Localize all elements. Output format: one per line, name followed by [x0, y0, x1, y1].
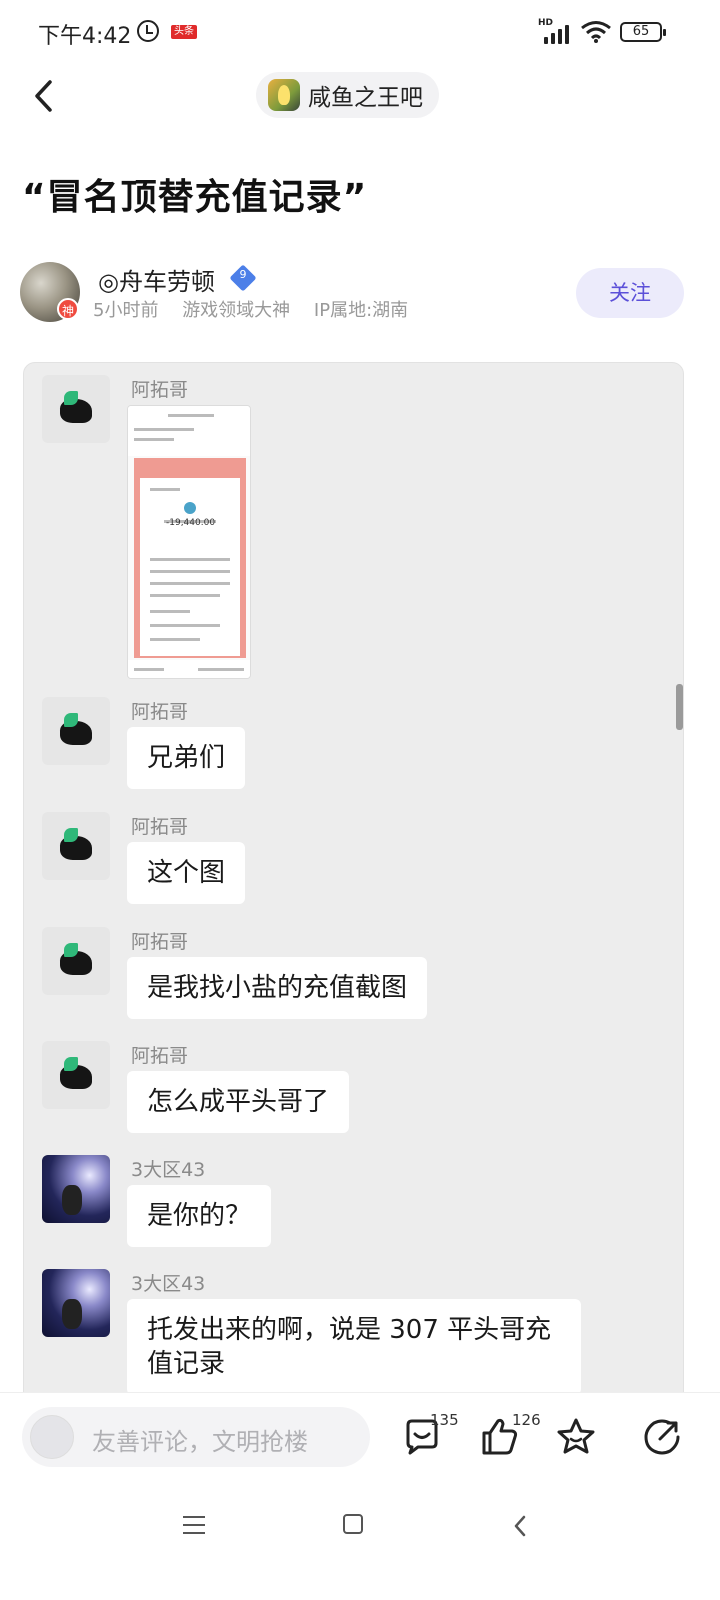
post-time: 5小时前 — [93, 300, 159, 321]
scrollbar-thumb[interactable] — [676, 684, 683, 730]
alarm-icon — [137, 20, 159, 42]
chat-avatar — [42, 1155, 110, 1223]
comment-bar: 友善评论，文明抢楼 135 126 — [0, 1392, 720, 1484]
chat-avatar — [42, 812, 110, 880]
comment-placeholder: 友善评论，文明抢楼 — [92, 1428, 308, 1456]
author-name[interactable]: ◎舟车劳顿 — [98, 262, 215, 297]
comment-count: 135 — [430, 1411, 459, 1429]
forum-link[interactable]: 咸鱼之王吧 — [256, 72, 439, 118]
mini-receipt — [140, 478, 240, 656]
system-navigation-bar — [0, 1490, 720, 1600]
chat-sender: 3大区43 — [131, 1159, 206, 1181]
chat-avatar — [42, 375, 110, 443]
home-icon[interactable] — [343, 1514, 363, 1534]
chat-bubble: 托发出来的啊，说是 307 平头哥充值记录 — [127, 1299, 581, 1395]
chat-sender: 阿拓哥 — [131, 816, 189, 838]
back-button[interactable] — [30, 76, 60, 116]
author-meta: 5小时前 游戏领域大神 IP属地:湖南 — [93, 296, 426, 322]
star-icon[interactable] — [554, 1415, 598, 1459]
mini-footer — [128, 660, 250, 678]
signal-icon — [544, 22, 574, 44]
chat-avatar — [42, 1041, 110, 1109]
chat-bubble: 兄弟们 — [127, 727, 246, 789]
chat-bubble: 这个图 — [127, 842, 246, 904]
author-level: 9 — [239, 268, 247, 281]
post-title: “冒名顶替充值记录” — [22, 177, 368, 218]
author-tag: 游戏领域大神 — [182, 300, 291, 321]
post-image-chat-screenshot[interactable]: 阿拓哥 -19,440.00 阿拓哥 兄弟们 阿拓哥 这个图 阿拓哥 是我找小盐… — [23, 362, 684, 1402]
status-time: 下午4:42 — [38, 24, 132, 49]
chat-avatar — [42, 697, 110, 765]
comment-input[interactable]: 友善评论，文明抢楼 — [22, 1407, 370, 1467]
chat-bubble: 是我找小盐的充值截图 — [127, 957, 428, 1019]
chat-image-thumbnail: -19,440.00 — [127, 405, 251, 679]
status-bar: 下午4:42 头条 HD 65 — [0, 0, 720, 64]
chat-avatar — [42, 1269, 110, 1337]
chat-sender: 阿拓哥 — [131, 1045, 189, 1067]
author-rank-badge: 神 — [57, 298, 79, 320]
user-avatar — [30, 1415, 74, 1459]
share-icon[interactable] — [640, 1415, 684, 1459]
chat-sender: 阿拓哥 — [131, 931, 189, 953]
chat-avatar — [42, 927, 110, 995]
chat-sender: 阿拓哥 — [131, 701, 189, 723]
chat-bubble: 是你的？ — [127, 1185, 272, 1247]
forum-avatar — [268, 79, 300, 111]
mini-header — [128, 406, 250, 456]
wifi-icon — [581, 21, 611, 43]
mini-amount: -19,440.00 — [166, 518, 216, 528]
battery-icon: 65 — [620, 22, 666, 42]
chat-bubble: 怎么成平头哥了 — [127, 1071, 350, 1133]
chat-sender: 3大区43 — [131, 1273, 206, 1295]
chat-sender: 阿拓哥 — [131, 379, 189, 401]
system-back-icon[interactable] — [510, 1514, 532, 1538]
like-count: 126 — [512, 1411, 541, 1429]
ip-location: IP属地:湖南 — [313, 300, 409, 321]
follow-button[interactable]: 关注 — [576, 268, 684, 318]
news-app-icon: 头条 — [171, 25, 197, 39]
menu-icon[interactable] — [183, 1516, 205, 1534]
forum-name: 咸鱼之王吧 — [308, 85, 423, 111]
